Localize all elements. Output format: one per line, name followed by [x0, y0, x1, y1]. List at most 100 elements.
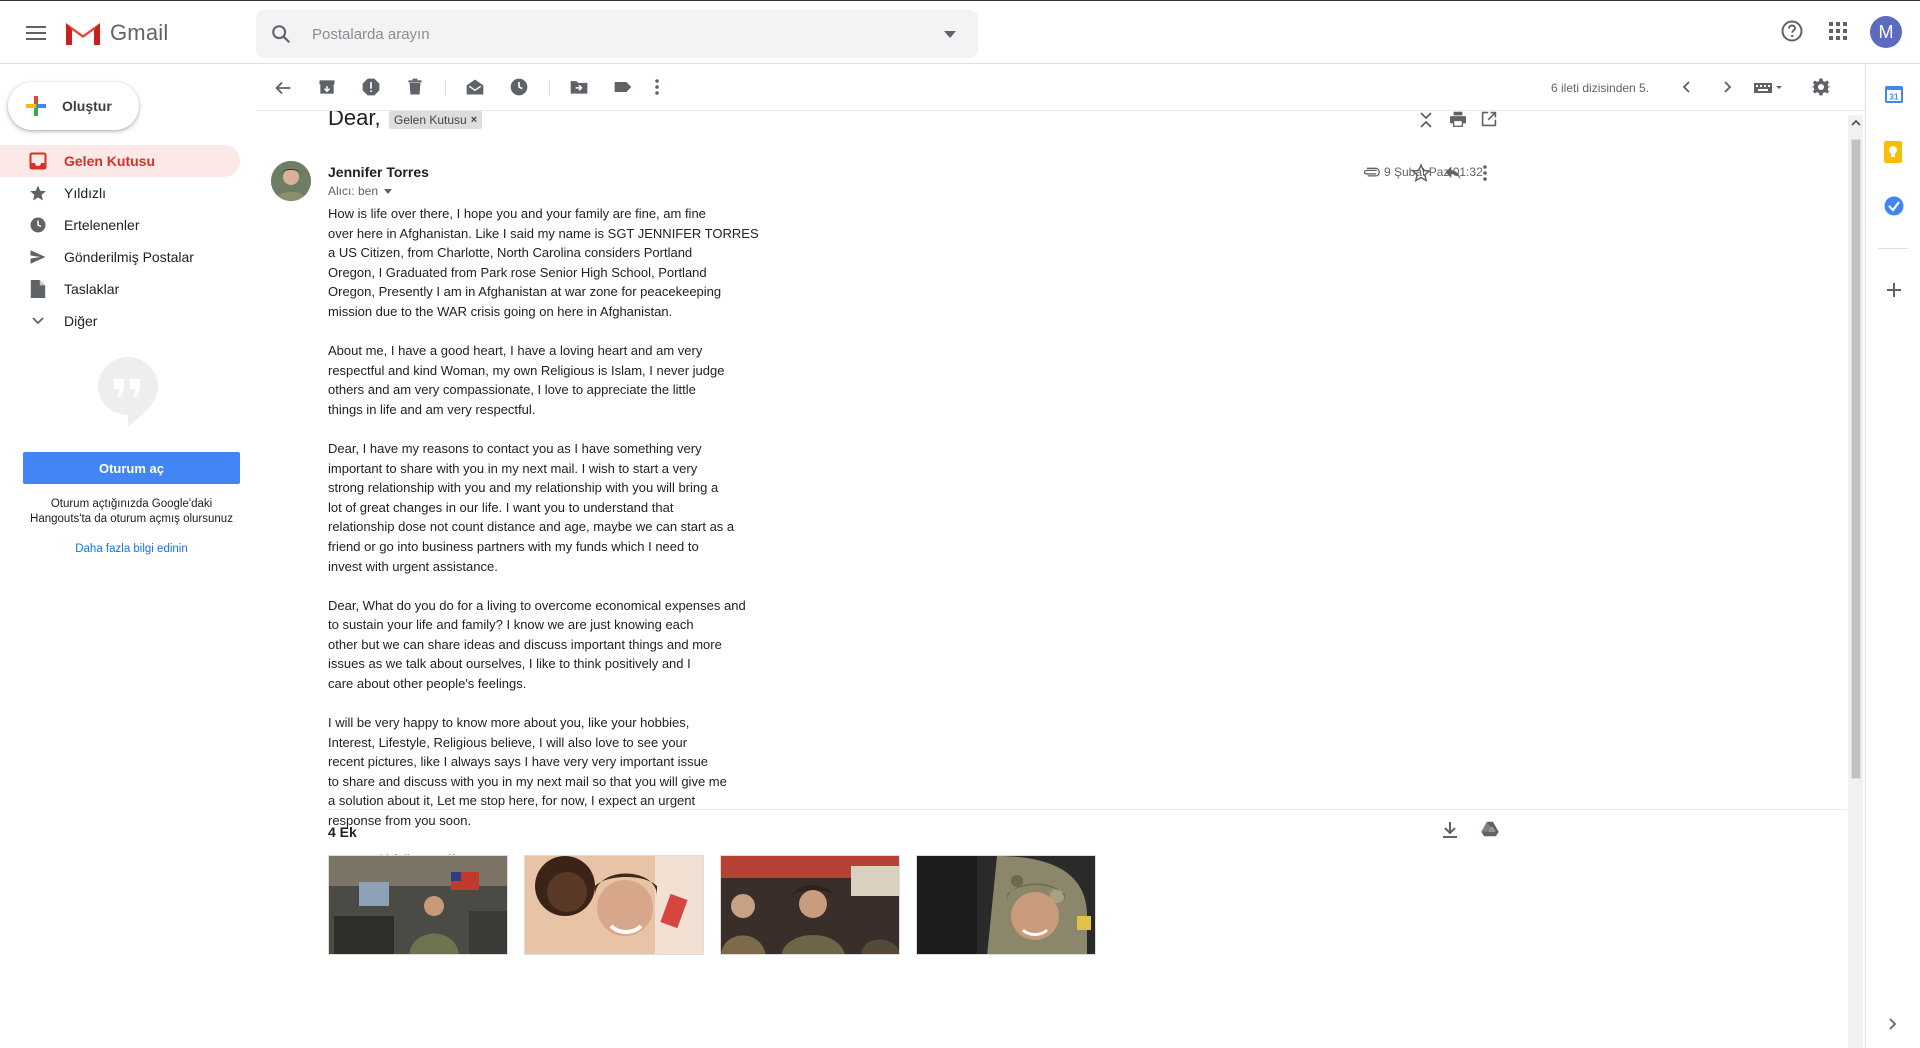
- collapse-all-icon[interactable]: [1419, 111, 1433, 129]
- search-bar[interactable]: [256, 10, 978, 58]
- nav-item-inbox[interactable]: Gelen Kutusu: [0, 145, 240, 177]
- search-options-icon[interactable]: [944, 31, 956, 38]
- attachment-thumbnail[interactable]: [916, 855, 1096, 955]
- input-tools-keyboard-icon[interactable]: [1753, 80, 1787, 94]
- compose-button[interactable]: Oluştur: [8, 82, 139, 130]
- svg-text:31: 31: [1890, 93, 1899, 102]
- scrollbar-thumb[interactable]: [1851, 139, 1861, 779]
- help-icon[interactable]: [1780, 19, 1804, 43]
- message-paragraph: About me, I have a good heart, I have a …: [328, 343, 725, 417]
- message-paragraph: Dear, What do you do for a living to ove…: [328, 597, 746, 691]
- nav-item-label: Yıldızlı: [64, 185, 107, 201]
- message-subject: Dear,: [328, 111, 381, 130]
- attachment-thumbnail[interactable]: [328, 855, 508, 955]
- message-paragraph: I will be very happy to know more about …: [328, 715, 727, 829]
- message-paragraph: Dear, I have my reasons to contact you a…: [328, 440, 735, 574]
- gmail-logo[interactable]: Gmail: [64, 19, 168, 47]
- message-view: 6 ileti dizisinden 5. Dear, Gelen Kutusu…: [256, 65, 1865, 1048]
- tasks-icon[interactable]: [1884, 196, 1904, 216]
- hangouts-quote-icon: [98, 357, 158, 427]
- draft-icon: [30, 280, 46, 298]
- keep-icon[interactable]: [1884, 141, 1902, 163]
- attachment-thumbnail[interactable]: [720, 855, 900, 955]
- nav-item-label: Gelen Kutusu: [64, 153, 156, 169]
- gmail-m-icon: [66, 23, 100, 45]
- message-paragraph: How is life over there, I hope you and y…: [328, 206, 759, 319]
- message-scroll-area: Dear, Gelen Kutusu × Jennifer Torres Alı…: [256, 111, 1846, 1048]
- attachment-clip-icon: [1363, 167, 1380, 177]
- nav-item-label: Diğer: [64, 313, 98, 329]
- report-spam-icon[interactable]: [361, 77, 381, 97]
- print-icon[interactable]: [1449, 111, 1467, 127]
- snooze-icon[interactable]: [509, 77, 529, 97]
- nav-item-sent[interactable]: Gönderilmiş Postalar: [0, 241, 240, 273]
- mark-unread-icon[interactable]: [465, 77, 485, 97]
- nav-item-drafts[interactable]: Taslaklar: [0, 273, 240, 305]
- app-name: Gmail: [110, 20, 169, 45]
- recipient-text: Alıcı: ben: [328, 184, 379, 198]
- message-body: How is life over there, I hope you and y…: [328, 204, 888, 889]
- label-icon[interactable]: [613, 77, 633, 97]
- message-scrollbar[interactable]: [1848, 115, 1863, 1048]
- hamburger-icon: [26, 26, 46, 40]
- chevron-down-icon: [32, 317, 44, 325]
- message-toolbar: 6 ileti dizisinden 5.: [256, 65, 1865, 111]
- attachment-photo-2: [525, 856, 703, 954]
- add-addon-plus-icon[interactable]: [1887, 283, 1901, 297]
- sender-name[interactable]: Jennifer Torres: [328, 164, 429, 180]
- sender-photo: [271, 161, 311, 201]
- scroll-up-arrow-icon[interactable]: [1851, 119, 1861, 127]
- main-menu-button[interactable]: [18, 19, 54, 47]
- search-icon[interactable]: [270, 23, 292, 45]
- left-sidebar: Oluştur Gelen Kutusu Yıldızlı Ertelenenl…: [0, 65, 256, 1048]
- attachments-divider: [328, 809, 1846, 810]
- side-panel-chevron-right-icon[interactable]: [1889, 1018, 1897, 1030]
- more-vert-icon[interactable]: [653, 77, 661, 97]
- recipient-details-dropdown-icon[interactable]: [384, 188, 393, 194]
- attachment-photo-1: [329, 856, 507, 954]
- attachment-photo-3: [721, 856, 899, 954]
- settings-gear-icon[interactable]: [1811, 77, 1831, 97]
- thread-counter: 6 ileti dizisinden 5.: [1551, 81, 1650, 95]
- newer-chevron-left-icon[interactable]: [1680, 80, 1694, 94]
- nav-item-starred[interactable]: Yıldızlı: [0, 177, 240, 209]
- remove-label-icon[interactable]: ×: [471, 114, 477, 126]
- date-text: 9 Şubat Paz 01:32: [1384, 165, 1483, 179]
- search-input[interactable]: [312, 22, 912, 46]
- hangouts-panel: [0, 355, 256, 429]
- recipient-line: Alıcı: ben: [328, 184, 393, 198]
- nav-item-more[interactable]: Diğer: [0, 305, 240, 337]
- nav-item-label: Taslaklar: [64, 281, 120, 297]
- account-avatar[interactable]: M: [1870, 16, 1902, 48]
- plus-icon: [26, 96, 46, 116]
- download-all-icon[interactable]: [1442, 821, 1458, 839]
- message-more-vert-icon[interactable]: [1481, 163, 1489, 183]
- send-icon: [30, 250, 46, 264]
- attachments-title: 4 Ek: [328, 824, 357, 840]
- reply-icon[interactable]: [1443, 164, 1463, 182]
- attachment-thumbnail[interactable]: [524, 855, 704, 955]
- archive-icon[interactable]: [317, 77, 337, 97]
- save-to-drive-icon[interactable]: [1481, 821, 1499, 837]
- clock-icon: [30, 217, 46, 233]
- label-chip-text: Gelen Kutusu: [394, 113, 467, 127]
- folder-nav: Gelen Kutusu Yıldızlı Ertelenenler Gönde…: [0, 145, 240, 337]
- apps-grid-icon[interactable]: [1826, 19, 1850, 43]
- top-bar: Gmail M: [0, 0, 1920, 64]
- star-outline-icon[interactable]: [1411, 163, 1431, 183]
- calendar-icon[interactable]: 31: [1884, 84, 1904, 104]
- back-arrow-icon[interactable]: [272, 77, 294, 99]
- side-panel-rail: 31: [1865, 65, 1920, 1048]
- older-chevron-right-icon[interactable]: [1720, 80, 1734, 94]
- inbox-label-chip: Gelen Kutusu ×: [389, 111, 483, 129]
- move-to-icon[interactable]: [569, 77, 589, 97]
- nav-item-label: Ertelenenler: [64, 217, 140, 233]
- sender-avatar[interactable]: [271, 161, 311, 201]
- attachment-photo-4: [917, 856, 1095, 954]
- hangouts-signin-button[interactable]: Oturum aç: [23, 452, 240, 484]
- side-panel-divider: [1878, 248, 1908, 249]
- trash-icon[interactable]: [405, 77, 425, 97]
- learn-more-link[interactable]: Daha fazla bilgi edinin: [23, 543, 240, 555]
- open-new-window-icon[interactable]: [1481, 111, 1497, 127]
- nav-item-snoozed[interactable]: Ertelenenler: [0, 209, 240, 241]
